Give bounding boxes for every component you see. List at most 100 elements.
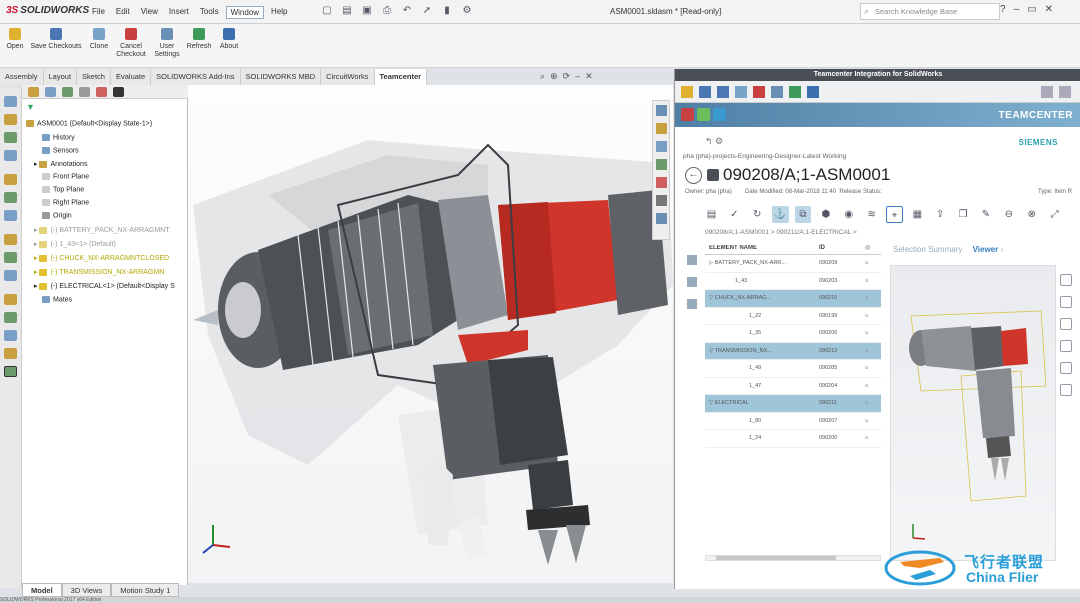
options-icon[interactable] [1059, 86, 1071, 98]
zoom-icon[interactable]: ⊕ [550, 71, 558, 82]
breadcrumb[interactable]: 090208/A;1-ASM0001 > 090211/A;1-ELECTRIC… [705, 229, 857, 236]
scrollbar-thumb[interactable] [716, 556, 836, 560]
table-row[interactable]: 1_49 090205 a [705, 360, 881, 378]
menu-view[interactable]: View [137, 6, 162, 19]
expand-icon[interactable]: ⤢ [1046, 206, 1063, 223]
copy-icon[interactable]: ❐ [955, 206, 972, 223]
viewer-tool-icon[interactable] [1060, 296, 1072, 308]
folder-icon[interactable] [681, 86, 693, 98]
table-row[interactable]: ▽ ELECTRICAL 090211 a [705, 395, 881, 413]
user-settings-button[interactable]: User Settings [150, 28, 184, 59]
tree-root[interactable]: ASM0001 (Default<Display State-1>) [26, 120, 152, 127]
appearance-icon[interactable] [656, 177, 667, 188]
delete-icon[interactable]: ⊗ [1023, 206, 1040, 223]
user-icon[interactable] [771, 86, 783, 98]
close-icon[interactable]: ✕ [585, 71, 593, 82]
save-icon[interactable] [699, 86, 711, 98]
tool-icon[interactable] [4, 210, 17, 221]
menu-insert[interactable]: Insert [165, 6, 193, 19]
tab-selection-summary[interactable]: Selection Summary [893, 245, 962, 254]
structure-icon[interactable]: ▤ [703, 206, 720, 223]
camera-icon[interactable] [113, 87, 124, 97]
settings-icon[interactable]: ◎ [865, 244, 879, 251]
3d-viewer[interactable] [890, 265, 1056, 561]
link-icon[interactable] [687, 277, 697, 287]
tab-3d-views[interactable]: 3D Views [61, 583, 112, 597]
tool-icon[interactable] [4, 174, 17, 185]
close-icon[interactable]: ✕ [1045, 4, 1053, 15]
tab-evaluate[interactable]: Evaluate [110, 69, 152, 85]
revise-icon[interactable]: ↻ [749, 206, 766, 223]
table-row[interactable]: ▷ BATTERY_PACK_NX-ARR... 090209 a [705, 255, 881, 273]
link-icon[interactable] [687, 255, 697, 265]
column-header-name[interactable]: ELEMENT NAME [705, 245, 815, 251]
tab-layout[interactable]: Layout [43, 69, 78, 85]
viewer-tool-icon[interactable] [1060, 274, 1072, 286]
table-row[interactable]: 1_47 090204 a [705, 378, 881, 395]
tab-viewer[interactable]: Viewer [973, 245, 999, 254]
tool-icon[interactable] [4, 114, 17, 125]
tool-icon[interactable] [4, 312, 17, 323]
config-icon[interactable] [62, 87, 73, 97]
rebuild-icon[interactable]: ▮ [440, 4, 454, 18]
tab-model[interactable]: Model [22, 583, 62, 597]
compare-icon[interactable]: ⧉ [794, 206, 812, 223]
tab-mbd[interactable]: SOLIDWORKS MBD [240, 69, 322, 85]
new-icon[interactable]: ▢ [320, 4, 334, 18]
custom-props-icon[interactable] [656, 195, 667, 206]
menu-edit[interactable]: Edit [112, 6, 134, 19]
table-row[interactable]: 1_80 090207 a [705, 413, 881, 430]
tab-sketch[interactable]: Sketch [77, 69, 111, 85]
palette-icon[interactable] [656, 159, 667, 170]
select-icon[interactable]: ➚ [420, 4, 434, 18]
tree-item-mates[interactable]: Mates [42, 296, 72, 303]
tool-icon[interactable] [4, 192, 17, 203]
share-icon[interactable]: ⇪ [932, 206, 949, 223]
save-checkouts-button[interactable]: Save Checkouts [28, 28, 84, 51]
tree-item-front-plane[interactable]: Front Plane [42, 173, 89, 180]
layers-icon[interactable]: ≋ [863, 206, 880, 223]
viewer-tool-icon[interactable] [1060, 362, 1072, 374]
tree-item-top-plane[interactable]: Top Plane [42, 186, 84, 193]
print-icon[interactable]: ⎙ [380, 4, 394, 18]
assembly-view-icon[interactable]: ⚓ [771, 206, 789, 223]
tab-addins[interactable]: SOLIDWORKS Add-Ins [151, 69, 241, 85]
search-input[interactable]: Search Knowledge Base [860, 3, 1000, 20]
open-icon[interactable]: ▤ [340, 4, 354, 18]
tool-icon[interactable] [4, 96, 17, 107]
pencil-icon[interactable]: ✎ [978, 206, 995, 223]
chevron-right-icon[interactable]: › [1000, 245, 1003, 254]
menu-window[interactable]: Window [225, 6, 265, 19]
link-icon[interactable] [687, 299, 697, 309]
history-icon[interactable]: ↰ ⚙ [705, 136, 723, 147]
tab-teamcenter[interactable]: Teamcenter [374, 69, 428, 85]
refresh-button[interactable]: Refresh [184, 28, 214, 51]
menu-tools[interactable]: Tools [196, 6, 223, 19]
table-row[interactable]: ▽ TRANSMISSION_NX... 090212 a [705, 342, 881, 360]
home-icon[interactable] [681, 108, 694, 121]
open-button[interactable]: Open [0, 28, 30, 51]
feature-tree-icon[interactable] [28, 87, 39, 97]
dimxpert-icon[interactable] [79, 87, 90, 97]
tree-component[interactable]: ▸ (-) BATTERY_PACK_NX-ARRAGMNT [34, 226, 169, 234]
help-icon[interactable]: ? [1000, 4, 1006, 15]
tree-component[interactable]: ▸ (-) TRANSMISSION_NX-ARRAGMN [34, 268, 164, 276]
table-row[interactable]: 1_24 090200 a [705, 430, 881, 448]
cube-icon[interactable]: ⬢ [817, 206, 834, 223]
table-row[interactable]: 1_22 090199 a [705, 308, 881, 325]
back-button[interactable]: ← [685, 167, 702, 184]
tree-component[interactable]: ▸ (-) 1_43<1> (Default) [34, 240, 116, 248]
viewer-tool-icon[interactable] [1060, 384, 1072, 396]
cancel-checkout-button[interactable]: Cancel Checkout [114, 28, 148, 59]
tab-circuitworks[interactable]: CircuitWorks [321, 69, 375, 85]
tree-component[interactable]: ▸ (-) CHUCK_NX-ARRAGMNTCLOSED [34, 254, 169, 262]
teamcenter-icon[interactable] [656, 213, 667, 224]
column-header-id[interactable]: ID [815, 245, 865, 251]
clone-button[interactable]: Clone [84, 28, 114, 51]
table-row[interactable]: 1_43 090203 a [705, 273, 881, 290]
viewer-tool-icon[interactable] [1060, 340, 1072, 352]
tree-item-origin[interactable]: Origin [42, 212, 72, 219]
rotate-icon[interactable]: ⟳ [563, 71, 571, 82]
tool-icon[interactable] [4, 132, 17, 143]
tree-item-sensors[interactable]: Sensors [42, 147, 79, 154]
